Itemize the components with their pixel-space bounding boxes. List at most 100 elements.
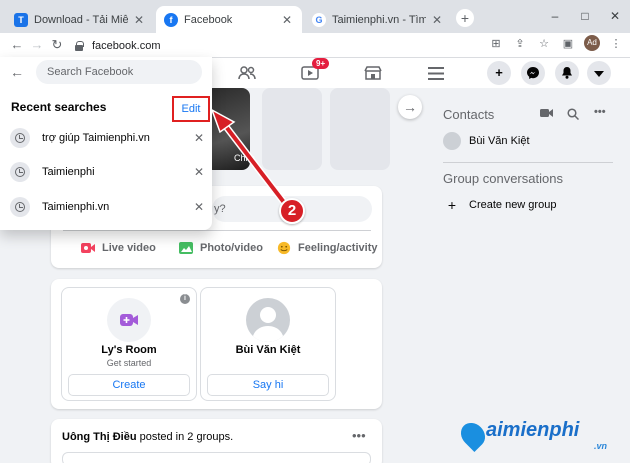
recent-search-label: trợ giúp Taimienphi.vn — [42, 132, 150, 144]
menu-hamburger-icon[interactable] — [421, 60, 451, 86]
post-header: Uông Thị Điều posted in 2 groups. — [62, 431, 233, 443]
back-arrow-icon[interactable]: ← — [10, 64, 24, 80]
recent-search-label: Taimienphi.vn — [42, 201, 110, 213]
search-contacts-icon[interactable] — [567, 108, 580, 123]
marketplace-icon[interactable] — [358, 60, 388, 86]
profile-avatar[interactable]: Ad — [584, 35, 600, 51]
translate-icon[interactable]: ⊞ — [488, 37, 504, 50]
divider — [63, 230, 371, 231]
photo-video-icon — [179, 242, 193, 254]
account-dropdown-button[interactable] — [587, 61, 611, 85]
messenger-icon[interactable] — [521, 61, 545, 85]
minimize-button[interactable]: – — [540, 0, 570, 33]
plus-icon: + — [447, 197, 457, 213]
room-card-contact: Bùi Văn Kiệt Say hi — [200, 287, 336, 401]
create-new-group-button[interactable]: + Create new group — [443, 197, 557, 213]
taimienphi-logo-icon — [456, 418, 490, 452]
photo-video-button[interactable]: Photo/video — [178, 241, 263, 255]
remove-icon[interactable]: ✕ — [192, 200, 206, 214]
taimienphi-favicon-icon: T — [14, 12, 28, 27]
room-card-create: i Ly's Room Get started Create — [61, 287, 197, 401]
recent-search-item[interactable]: trợ giúp Taimienphi.vn ✕ — [10, 126, 206, 150]
live-video-button[interactable]: Live video — [80, 241, 156, 255]
live-video-label: Live video — [102, 242, 156, 254]
notifications-bell-icon[interactable] — [555, 61, 579, 85]
contact-item[interactable]: Bùi Văn Kiệt — [443, 132, 530, 150]
recent-search-item[interactable]: Taimienphi ✕ — [10, 160, 206, 184]
tab-label: Facebook — [184, 13, 233, 26]
story-caption: Chim — [234, 153, 256, 163]
create-group-label: Create new group — [469, 199, 557, 211]
smiley-face-icon — [277, 241, 291, 255]
room-name: Ly's Room — [101, 344, 157, 356]
tab-label: Download - Tải Miễn Phí VN — [34, 13, 128, 26]
recent-searches-title: Recent searches — [11, 100, 107, 114]
contact-avatar — [443, 132, 461, 150]
edit-recent-searches-button[interactable]: Edit — [172, 96, 210, 122]
create-room-button[interactable]: Create — [68, 374, 190, 396]
bookmark-star-icon[interactable]: ☆ — [536, 37, 552, 50]
story-next-arrow-icon[interactable]: → — [398, 95, 422, 119]
contacts-title: Contacts — [443, 107, 495, 122]
contact-avatar — [246, 298, 290, 342]
step-number-badge: 2 — [279, 198, 305, 224]
remove-icon[interactable]: ✕ — [192, 131, 206, 145]
window-controls: – □ ✕ — [540, 0, 630, 33]
info-icon[interactable]: i — [180, 294, 190, 304]
say-hi-button[interactable]: Say hi — [207, 374, 329, 396]
divider — [443, 162, 613, 163]
room-subtitle: Get started — [106, 358, 152, 368]
watermark-brand: aimienphi — [486, 419, 580, 441]
remove-icon[interactable]: ✕ — [192, 165, 206, 179]
photo-video-label: Photo/video — [200, 242, 263, 254]
url-text: facebook.com — [92, 39, 161, 52]
new-tab-button[interactable]: + — [456, 9, 474, 27]
tab-download[interactable]: T Download - Tải Miễn Phí VN ✕ — [6, 6, 154, 33]
clock-icon — [10, 128, 30, 148]
facebook-favicon-icon: f — [164, 12, 178, 27]
google-favicon-icon: G — [312, 12, 326, 27]
back-arrow-icon[interactable]: ← — [8, 36, 26, 54]
watermark: aimienphi .vn — [486, 419, 607, 451]
browser-menu-icon[interactable]: ⋮ — [608, 37, 624, 50]
recent-search-label: Taimienphi — [42, 166, 95, 178]
create-plus-button[interactable]: + — [487, 61, 511, 85]
contact-name: Bùi Văn Kiệt — [469, 135, 530, 147]
forward-arrow-icon[interactable]: → — [28, 36, 46, 54]
post-more-options-icon[interactable]: ••• — [352, 428, 366, 443]
story-card[interactable] — [330, 88, 390, 170]
room-name: Bùi Văn Kiệt — [235, 344, 301, 356]
url-field[interactable]: facebook.com — [74, 36, 514, 55]
clock-icon — [10, 162, 30, 182]
shared-post-preview[interactable] — [62, 452, 371, 463]
maximize-button[interactable]: □ — [570, 0, 600, 33]
live-video-icon — [81, 243, 95, 253]
post-author[interactable]: Uông Thị Điều — [62, 431, 137, 443]
post-header-text: posted in 2 groups. — [136, 431, 234, 443]
video-call-icon[interactable] — [540, 108, 554, 121]
tab-google-search[interactable]: G Taimienphi.vn - Tìm trên Goo ✕ — [304, 6, 452, 33]
share-icon[interactable]: ⇪ — [512, 37, 528, 50]
close-tab-icon[interactable]: ✕ — [132, 13, 146, 27]
close-tab-icon[interactable]: ✕ — [280, 13, 294, 27]
close-tab-icon[interactable]: ✕ — [430, 13, 444, 27]
group-conversations-title: Group conversations — [443, 171, 563, 186]
feeling-activity-button[interactable]: Feeling/activity — [276, 241, 377, 255]
sidebar-panel-icon[interactable]: ▣ — [560, 37, 576, 50]
lock-icon — [74, 40, 84, 51]
reload-icon[interactable]: ↻ — [48, 36, 66, 54]
story-card[interactable] — [262, 88, 322, 170]
clock-icon — [10, 197, 30, 217]
watch-notification-badge: 9+ — [312, 58, 330, 69]
friends-icon[interactable] — [232, 60, 262, 86]
search-facebook-input[interactable] — [36, 60, 202, 84]
contacts-options-icon[interactable]: ••• — [594, 106, 606, 118]
watermark-suffix: .vn — [594, 441, 608, 451]
tab-facebook[interactable]: f Facebook ✕ — [156, 6, 302, 33]
browser-toolbar: ⊞ ⇪ ☆ ▣ Ad ⋮ — [488, 35, 624, 51]
address-bar: ← → ↻ facebook.com ⊞ ⇪ ☆ ▣ Ad ⋮ — [0, 33, 630, 58]
recent-search-item[interactable]: Taimienphi.vn ✕ — [10, 195, 206, 219]
browser-tab-bar: T Download - Tải Miễn Phí VN ✕ f Faceboo… — [0, 0, 630, 33]
close-window-button[interactable]: ✕ — [600, 0, 630, 33]
room-video-icon — [107, 298, 151, 342]
